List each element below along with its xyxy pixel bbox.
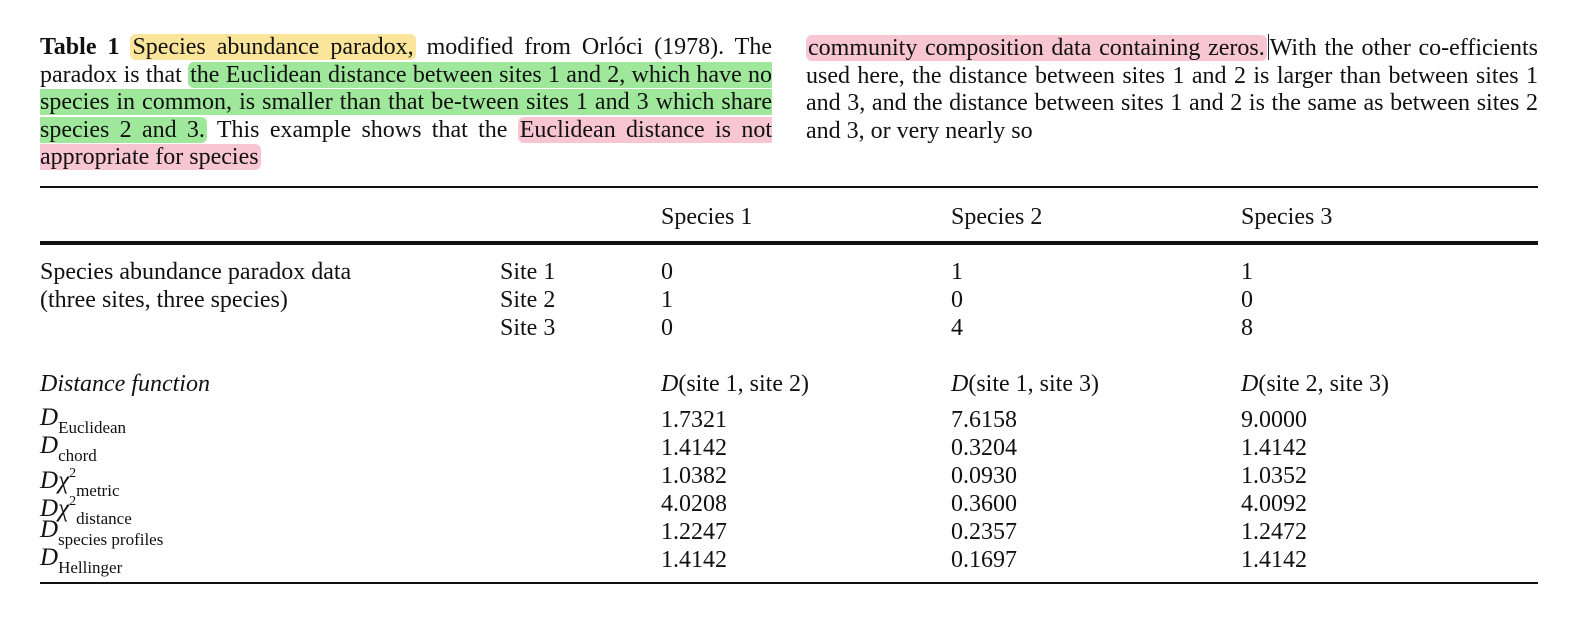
distance-label-hellinger: DHellinger xyxy=(40,544,123,577)
column-header-species-3: Species 3 xyxy=(1241,204,1333,230)
table-cell: 1 xyxy=(661,287,673,313)
table-cell: 1.2247 xyxy=(661,519,727,545)
table-cell: 1.2472 xyxy=(1241,519,1307,545)
caption-text: This example shows that the xyxy=(206,116,518,143)
pair-header-1-3: D(site 1, site 3) xyxy=(951,371,1099,397)
table-top-rule xyxy=(40,186,1538,188)
table-cell: 4 xyxy=(951,315,963,341)
table-cell: 0 xyxy=(661,259,673,285)
table-bottom-rule xyxy=(40,582,1538,584)
table-cell: 0 xyxy=(951,287,963,313)
table-header-rule xyxy=(40,241,1538,245)
table-cell: 0.3600 xyxy=(951,491,1017,517)
table-caption-left: Table 1 Species abundance paradox, modif… xyxy=(40,34,773,172)
table-cell: 1.4142 xyxy=(1241,435,1307,461)
table-cell: 1.4142 xyxy=(661,547,727,573)
data-block-sublabel: (three sites, three species) xyxy=(40,287,288,313)
table-cell: 4.0092 xyxy=(1241,491,1307,517)
table-cell: 0.3204 xyxy=(951,435,1017,461)
table-cell: 1.0352 xyxy=(1241,463,1307,489)
table-label: Table 1 xyxy=(40,34,120,60)
site-label: Site 1 xyxy=(500,259,556,285)
distance-function-header: Distance function xyxy=(40,371,210,397)
table-cell: 0.1697 xyxy=(951,547,1017,573)
table-cell: 0 xyxy=(661,315,673,341)
highlight-yellow[interactable]: Species abundance paradox, xyxy=(130,34,416,60)
pair-header-2-3: D(site 2, site 3) xyxy=(1241,371,1389,397)
table-cell: 7.6158 xyxy=(951,407,1017,433)
table-cell: 4.0208 xyxy=(661,491,727,517)
site-label: Site 3 xyxy=(500,315,556,341)
site-label: Site 2 xyxy=(500,287,556,313)
text-cursor xyxy=(1267,34,1269,60)
table-cell: 1.7321 xyxy=(661,407,727,433)
table-cell: 1.4142 xyxy=(661,435,727,461)
column-header-species-2: Species 2 xyxy=(951,204,1043,230)
pair-header-1-2: D(site 1, site 2) xyxy=(661,371,809,397)
data-block-label: Species abundance paradox data xyxy=(40,259,352,285)
table-cell: 1.0382 xyxy=(661,463,727,489)
table-cell: 1.4142 xyxy=(1241,547,1307,573)
table-cell: 0 xyxy=(1241,287,1253,313)
table-cell: 1 xyxy=(1241,259,1253,285)
table-cell: 0.2357 xyxy=(951,519,1017,545)
table-cell: 8 xyxy=(1241,315,1253,341)
table-cell: 0.0930 xyxy=(951,463,1017,489)
column-header-species-1: Species 1 xyxy=(661,204,753,230)
table-cell: 1 xyxy=(951,259,963,285)
table-caption-right: community composition data containing ze… xyxy=(806,34,1538,145)
highlight-pink[interactable]: community composition data containing ze… xyxy=(806,35,1267,61)
table-cell: 9.0000 xyxy=(1241,407,1307,433)
